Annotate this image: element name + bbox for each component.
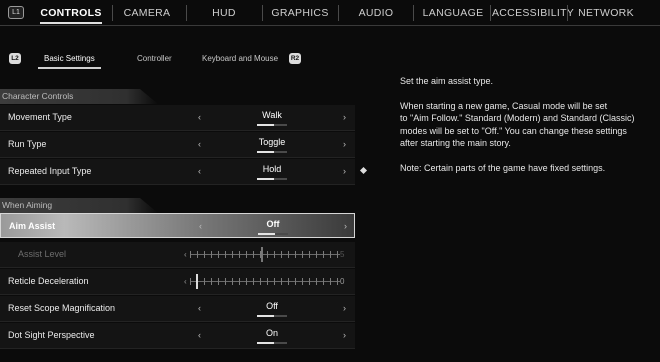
section-character-controls: Character Controls bbox=[0, 89, 158, 104]
setting-row-reticle-deceleration[interactable]: Reticle Deceleration ‹ 0 bbox=[0, 269, 355, 295]
setting-label: Dot Sight Perspective bbox=[8, 330, 95, 340]
tab-audio[interactable]: AUDIO bbox=[344, 0, 408, 27]
sub-tabs: L2 Basic Settings Controller Keyboard an… bbox=[0, 48, 360, 70]
arrow-left-icon[interactable]: ‹ bbox=[198, 159, 201, 184]
setting-label: Repeated Input Type bbox=[8, 166, 92, 176]
slider-ticks bbox=[190, 251, 340, 258]
tab-camera[interactable]: CAMERA bbox=[116, 0, 178, 27]
setting-label: Movement Type bbox=[8, 112, 72, 122]
setting-value: Off bbox=[266, 301, 278, 311]
tab-accessibility[interactable]: ACCESSIBILITY bbox=[492, 0, 574, 27]
setting-label: Aim Assist bbox=[9, 221, 56, 231]
setting-label: Run Type bbox=[8, 139, 47, 149]
tab-separator bbox=[262, 5, 263, 21]
slider-handle bbox=[261, 247, 263, 262]
tab-language[interactable]: LANGUAGE bbox=[418, 0, 488, 27]
tab-separator bbox=[338, 5, 339, 21]
l2-button-icon[interactable]: L2 bbox=[9, 53, 21, 64]
arrow-right-icon[interactable]: › bbox=[344, 214, 347, 239]
arrow-left-icon[interactable]: ‹ bbox=[184, 269, 187, 294]
tab-separator bbox=[186, 5, 187, 21]
slider-value: 5 bbox=[340, 250, 345, 259]
subtab-basic-settings[interactable]: Basic Settings bbox=[38, 54, 101, 69]
subtab-controller[interactable]: Controller bbox=[137, 54, 172, 63]
setting-row-aim-assist[interactable]: Aim Assist ‹ Off › bbox=[0, 213, 355, 238]
setting-value: Off bbox=[266, 219, 280, 229]
arrow-left-icon[interactable]: ‹ bbox=[199, 214, 202, 239]
setting-row-run-type[interactable]: Run Type ‹ Toggle › bbox=[0, 132, 355, 158]
arrow-right-icon[interactable]: › bbox=[343, 323, 346, 348]
setting-label: Assist Level bbox=[18, 249, 67, 259]
arrow-left-icon[interactable]: ‹ bbox=[198, 296, 201, 321]
arrow-left-icon[interactable]: ‹ bbox=[198, 132, 201, 157]
r2-button-icon[interactable]: R2 bbox=[289, 53, 301, 64]
slider-handle[interactable] bbox=[196, 274, 198, 289]
tab-controls[interactable]: CONTROLS bbox=[34, 0, 108, 27]
slider-ticks bbox=[190, 278, 340, 285]
setting-value: On bbox=[265, 328, 278, 338]
arrow-right-icon[interactable]: › bbox=[343, 105, 346, 130]
tab-separator bbox=[490, 5, 491, 21]
top-nav: L1 CONTROLS CAMERA HUD GRAPHICS AUDIO LA… bbox=[0, 0, 660, 27]
description-details: When starting a new game, Casual mode wi… bbox=[400, 100, 635, 149]
arrow-left-icon[interactable]: ‹ bbox=[198, 105, 201, 130]
setting-row-movement-type[interactable]: Movement Type ‹ Walk › bbox=[0, 105, 355, 131]
tab-graphics[interactable]: GRAPHICS bbox=[266, 0, 334, 27]
arrow-right-icon[interactable]: › bbox=[343, 132, 346, 157]
description-summary: Set the aim assist type. bbox=[400, 76, 494, 86]
value-indicator bbox=[258, 233, 288, 235]
value-indicator bbox=[257, 342, 287, 344]
tab-hud[interactable]: HUD bbox=[192, 0, 256, 27]
tab-separator bbox=[112, 5, 113, 21]
value-indicator bbox=[257, 151, 287, 153]
description-note: Note: Certain parts of the game have fix… bbox=[400, 162, 606, 173]
setting-label: Reset Scope Magnification bbox=[8, 303, 116, 313]
value-indicator bbox=[257, 124, 287, 126]
setting-value: Toggle bbox=[258, 137, 286, 147]
setting-value: Walk bbox=[262, 110, 282, 120]
l1-button-icon[interactable]: L1 bbox=[8, 6, 24, 19]
section-when-aiming: When Aiming bbox=[0, 198, 158, 213]
arrow-left-icon: ‹ bbox=[184, 250, 187, 259]
tab-separator bbox=[567, 5, 568, 21]
setting-row-repeated-input-type[interactable]: Repeated Input Type ‹ Hold › bbox=[0, 159, 355, 185]
nav-divider bbox=[0, 25, 660, 26]
tab-separator bbox=[413, 5, 414, 21]
tab-network[interactable]: NETWORK bbox=[572, 0, 640, 27]
arrow-left-icon[interactable]: ‹ bbox=[198, 323, 201, 348]
setting-label: Reticle Deceleration bbox=[8, 276, 89, 286]
value-indicator bbox=[257, 178, 287, 180]
setting-row-reset-scope-magnification[interactable]: Reset Scope Magnification ‹ Off › bbox=[0, 296, 355, 322]
arrow-right-icon[interactable]: › bbox=[343, 159, 346, 184]
setting-value: Hold bbox=[262, 164, 282, 174]
subtab-keyboard-and-mouse[interactable]: Keyboard and Mouse bbox=[202, 54, 278, 63]
arrow-right-icon[interactable]: › bbox=[343, 296, 346, 321]
description-panel: Set the aim assist type. When starting a… bbox=[400, 75, 660, 186]
setting-row-assist-level: Assist Level ‹ 5 bbox=[0, 242, 355, 268]
slider-value: 0 bbox=[340, 277, 345, 286]
changed-marker-icon bbox=[359, 166, 368, 175]
setting-row-dot-sight-perspective[interactable]: Dot Sight Perspective ‹ On › bbox=[0, 323, 355, 349]
value-indicator bbox=[257, 315, 287, 317]
